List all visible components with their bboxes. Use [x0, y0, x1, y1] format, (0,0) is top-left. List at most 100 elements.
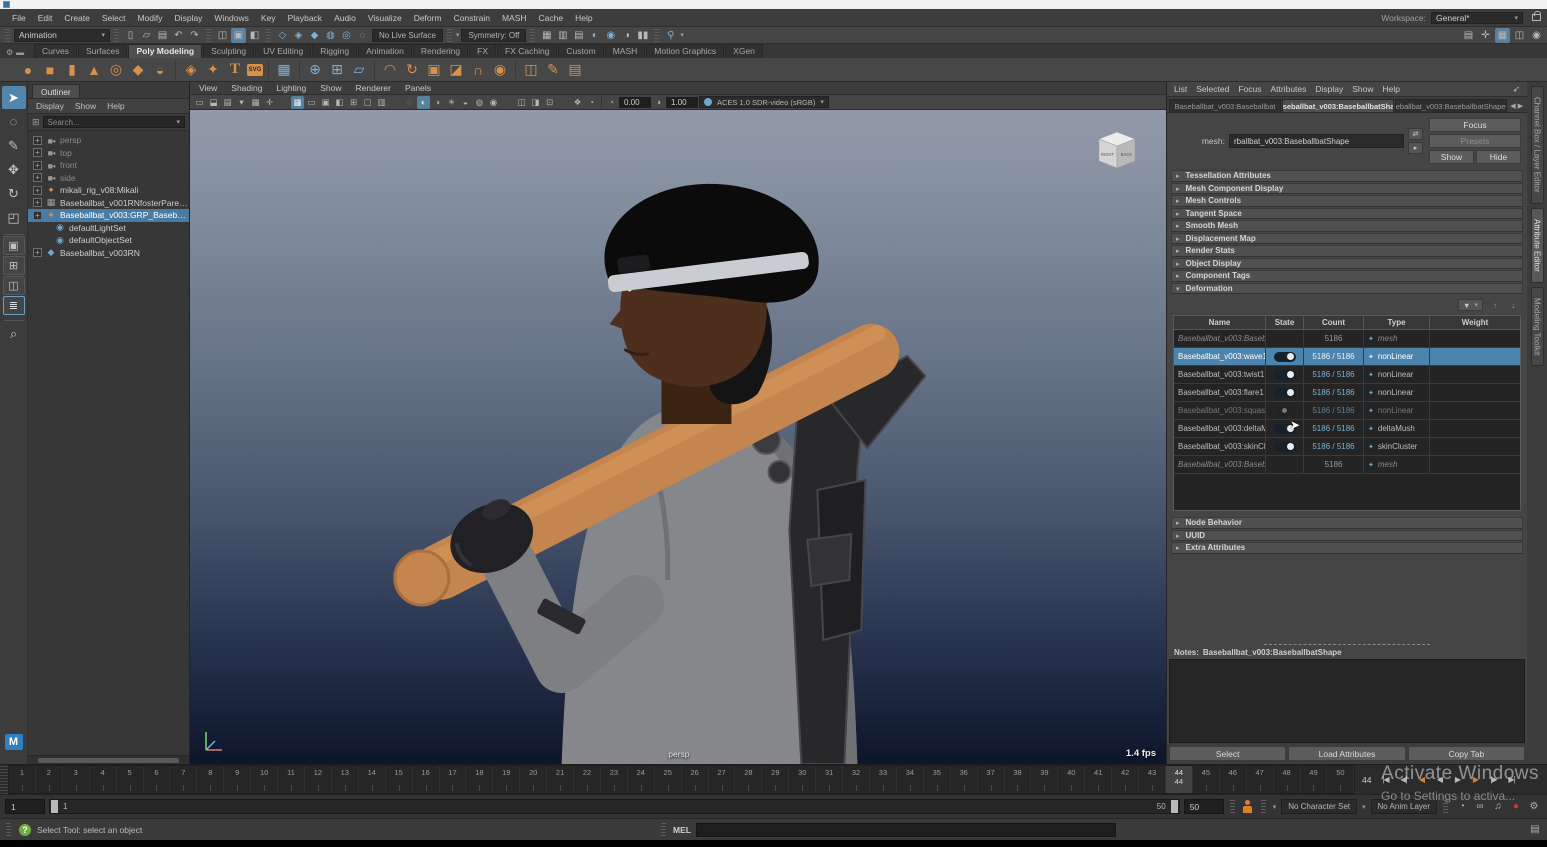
- attribute-section[interactable]: Smooth Mesh: [1171, 220, 1523, 232]
- circularize-icon[interactable]: ◠: [380, 60, 400, 80]
- play-forwards-button[interactable]: ▶: [1448, 771, 1466, 789]
- timeline-frame[interactable]: 25: [655, 766, 682, 793]
- grip-handle[interactable]: [654, 29, 659, 42]
- outliner-item[interactable]: mikali_rig_v08:Mikali: [28, 184, 189, 197]
- attribute-section[interactable]: Deformation: [1171, 283, 1523, 295]
- attribute-section[interactable]: Extra Attributes: [1171, 542, 1523, 554]
- safe-title-icon[interactable]: ▥: [375, 96, 388, 109]
- menu-set-select[interactable]: Animation ▾: [14, 29, 110, 42]
- select-tool[interactable]: ➤: [2, 86, 26, 109]
- character-dropdown-icon[interactable]: ⚲: [663, 28, 678, 43]
- zoom-tool[interactable]: ⌕: [2, 322, 26, 345]
- attribute-editor-menu-item[interactable]: Help: [1383, 84, 1400, 94]
- timeline-frame[interactable]: 32: [843, 766, 870, 793]
- safe-action-icon[interactable]: ▢: [361, 96, 374, 109]
- playback-speed-icon[interactable]: ◔: [1454, 799, 1470, 815]
- hide-button[interactable]: Hide: [1476, 150, 1521, 164]
- notes-textarea[interactable]: [1169, 659, 1525, 743]
- attribute-editor-tab[interactable]: Baseballbat_v003:Baseballbat: [1169, 99, 1281, 112]
- timeline-frame[interactable]: 33: [870, 766, 897, 793]
- multi-cut-icon[interactable]: ▦: [274, 60, 294, 80]
- shelf-tab[interactable]: UV Editing: [255, 44, 311, 58]
- screen-space-ao-icon[interactable]: ◍: [473, 96, 486, 109]
- scale-tool[interactable]: ◰: [2, 206, 26, 229]
- gate-mask-icon[interactable]: ◧: [333, 96, 346, 109]
- state-toggle[interactable]: [1274, 406, 1296, 416]
- tab-scroll-left-icon[interactable]: ◀: [1510, 102, 1515, 110]
- timeline-frame[interactable]: 50: [1327, 766, 1354, 793]
- timeline-frame[interactable]: 35: [924, 766, 951, 793]
- bridge-icon[interactable]: ∩: [468, 60, 488, 80]
- timeline-frame[interactable]: 16: [413, 766, 440, 793]
- state-toggle[interactable]: [1274, 352, 1296, 362]
- layout-outliner-persp-button[interactable]: ≣: [3, 296, 25, 315]
- xray-joints-icon[interactable]: ◨: [529, 96, 542, 109]
- snap-point-icon[interactable]: ◆: [307, 28, 322, 43]
- attribute-editor-menu-item[interactable]: Focus: [1238, 84, 1261, 94]
- mesh-name-field[interactable]: rballbat_v003:BaseballbatShape: [1229, 134, 1404, 148]
- state-toggle[interactable]: [1274, 388, 1296, 398]
- outliner-item[interactable]: side: [28, 172, 189, 185]
- sidebar-tab[interactable]: Attribute Editor: [1531, 208, 1544, 283]
- deformer-filter-select[interactable]: ▼▾: [1458, 299, 1483, 311]
- outliner-menu-item[interactable]: Show: [75, 101, 96, 111]
- timeline-frame[interactable]: 1: [9, 766, 36, 793]
- attribute-editor-menu-item[interactable]: Attributes: [1270, 84, 1306, 94]
- gamma-icon[interactable]: ◑: [652, 96, 665, 109]
- outliner-menu-item[interactable]: Display: [36, 101, 64, 111]
- chevron-down-icon[interactable]: ▾: [456, 31, 460, 39]
- rotate-tool[interactable]: ↻: [2, 182, 26, 205]
- grip-handle[interactable]: [206, 29, 211, 42]
- grip-handle[interactable]: [1230, 800, 1235, 813]
- boolean-icon[interactable]: ◉: [490, 60, 510, 80]
- shadows-icon[interactable]: ◒: [459, 96, 472, 109]
- connect-icon[interactable]: ⊞: [327, 60, 347, 80]
- poly-torus-icon[interactable]: ◎: [106, 60, 126, 80]
- camera-attributes-icon[interactable]: ▤: [221, 96, 234, 109]
- menu-item[interactable]: File: [6, 13, 32, 23]
- shelf-tab[interactable]: XGen: [725, 44, 763, 58]
- timeline-frame[interactable]: 42: [1112, 766, 1139, 793]
- shelf-tab[interactable]: Motion Graphics: [646, 44, 724, 58]
- deformer-row[interactable]: Baseballbat_v003:wave1 5186 / 5186 nonLi…: [1174, 348, 1520, 366]
- timeline-frame[interactable]: 20: [520, 766, 547, 793]
- target-weld-icon[interactable]: ⊕: [305, 60, 325, 80]
- copy-tab-button[interactable]: Copy Tab: [1408, 746, 1525, 761]
- grip-handle[interactable]: [447, 29, 452, 42]
- state-toggle[interactable]: [1274, 370, 1296, 380]
- timeline-frame[interactable]: 19: [493, 766, 520, 793]
- menu-item[interactable]: Audio: [328, 13, 362, 23]
- new-scene-icon[interactable]: ▯: [123, 28, 138, 43]
- timeline-frame[interactable]: 12: [305, 766, 332, 793]
- mel-label[interactable]: MEL: [673, 825, 691, 835]
- auto-keyframe-icon[interactable]: ●: [1508, 799, 1524, 815]
- attribute-section[interactable]: Mesh Controls: [1171, 195, 1523, 207]
- step-forward-key-button[interactable]: ▶: [1466, 771, 1484, 789]
- attribute-section[interactable]: Tangent Space: [1171, 208, 1523, 220]
- viewport-menu-item[interactable]: View: [199, 83, 217, 93]
- object-details-icon[interactable]: ▤: [1461, 28, 1476, 43]
- timeline-frame[interactable]: 31: [816, 766, 843, 793]
- deformer-row[interactable]: Baseballbat_v003:flare1 5186 / 5186 nonL…: [1174, 384, 1520, 402]
- menu-item[interactable]: Modify: [132, 13, 169, 23]
- timeline-frame[interactable]: 23: [601, 766, 628, 793]
- pause-viewport-icon[interactable]: ▮▮: [635, 28, 650, 43]
- attribute-section[interactable]: Node Behavior: [1171, 517, 1523, 529]
- timeline-frame[interactable]: 17: [440, 766, 467, 793]
- image-plane-icon[interactable]: ▦: [249, 96, 262, 109]
- shelf-tab[interactable]: Rendering: [413, 44, 468, 58]
- outliner-item[interactable]: defaultObjectSet: [28, 234, 189, 247]
- timeline-frame[interactable]: 36: [951, 766, 978, 793]
- shelf-tab[interactable]: FX Caching: [497, 44, 557, 58]
- timeline-frame[interactable]: 29: [762, 766, 789, 793]
- colorspace-select[interactable]: ACES 1.0 SDR-video (sRGB) ▾: [699, 96, 829, 108]
- mirror-icon[interactable]: ◫: [521, 60, 541, 80]
- timeline-frame[interactable]: 2: [36, 766, 63, 793]
- shaded-icon[interactable]: ◐: [417, 96, 430, 109]
- timeline-frame[interactable]: 45: [1193, 766, 1220, 793]
- pin-icon[interactable]: ➶: [1512, 84, 1520, 95]
- deformer-row[interactable]: Baseballbat_v003:twist1 5186 / 5186 nonL…: [1174, 366, 1520, 384]
- timeline-frame[interactable]: 28: [735, 766, 762, 793]
- select-camera-icon[interactable]: ▭: [193, 96, 206, 109]
- bookmarks-icon[interactable]: ▾: [235, 96, 248, 109]
